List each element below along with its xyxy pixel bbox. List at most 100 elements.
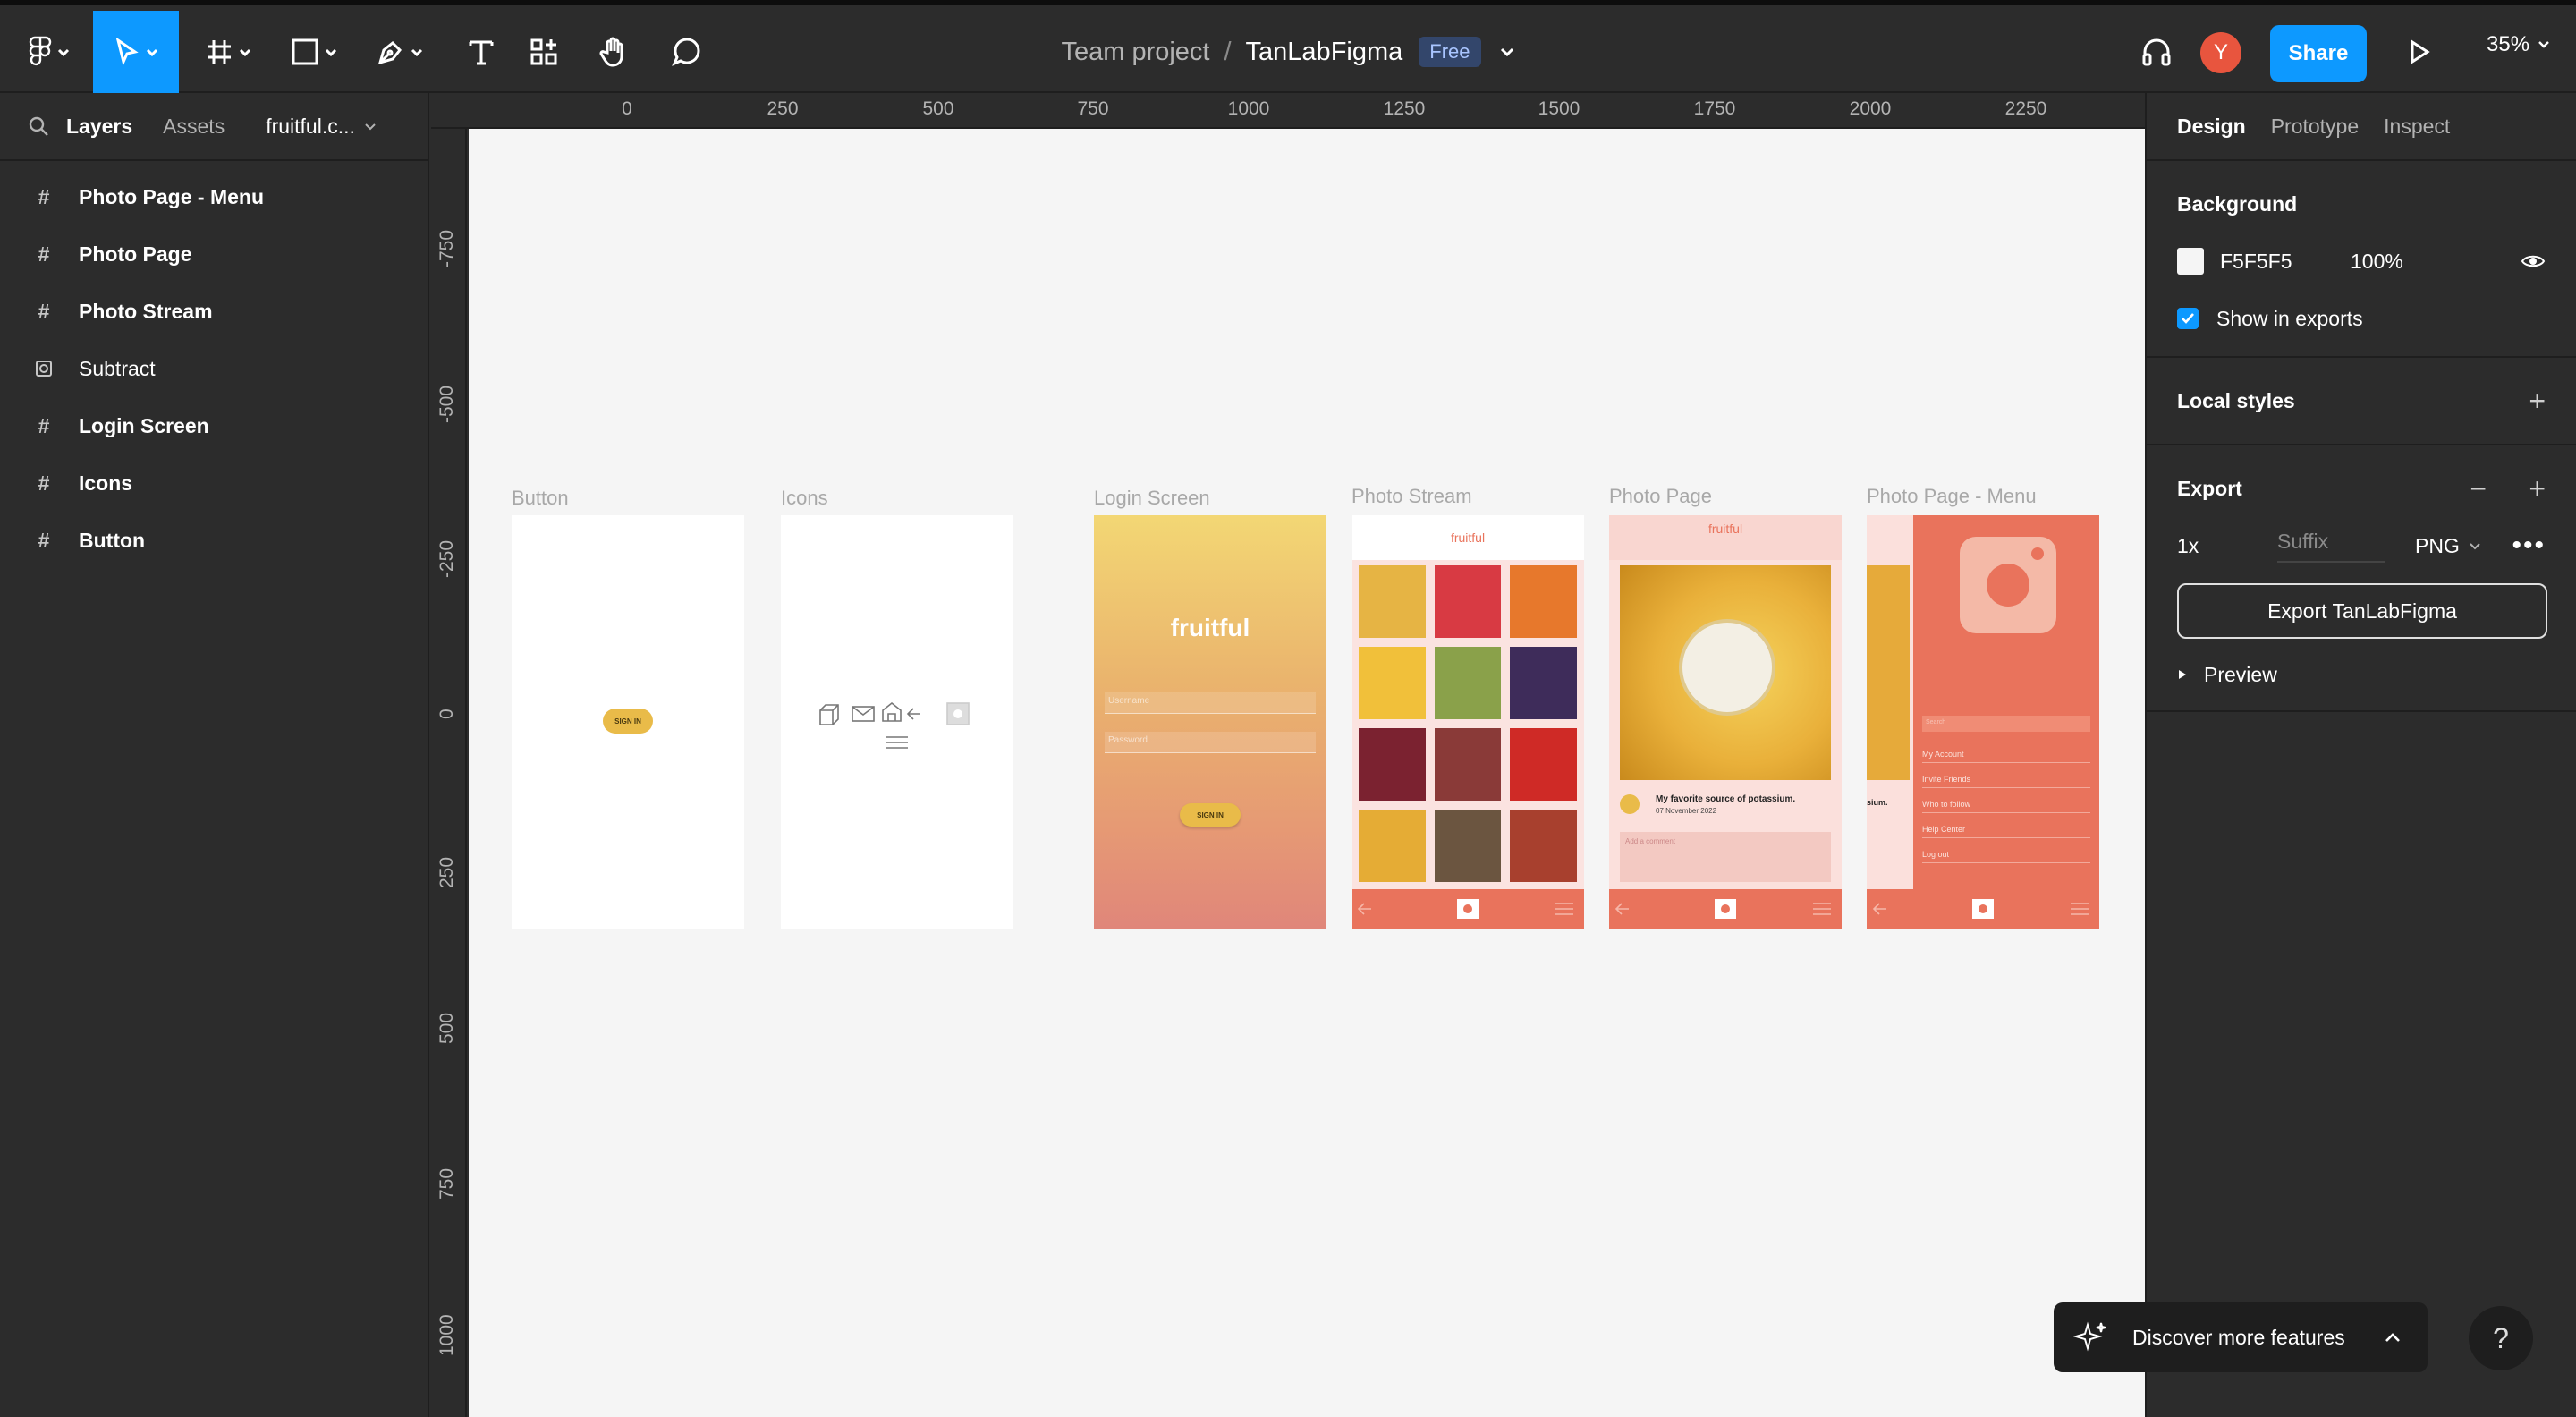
pen-icon (377, 40, 402, 65)
frame-photo-page-menu[interactable]: sium. Search My Account Invite Friends W… (1867, 515, 2099, 929)
plan-badge[interactable]: Free (1419, 37, 1481, 67)
frame-login-screen[interactable]: fruitful Username Password SIGN IN (1094, 515, 1326, 929)
file-menu-chevron[interactable] (1499, 47, 1515, 57)
share-button[interactable]: Share (2270, 25, 2367, 82)
properties-panel: Design Prototype Inspect Background F5F5… (2145, 93, 2576, 1417)
more-options-icon[interactable]: ••• (2512, 530, 2546, 561)
layer-photo-page-menu[interactable]: # Photo Page - Menu (0, 168, 428, 225)
menu-logo-lens (1987, 564, 2029, 607)
frame-label-button[interactable]: Button (512, 487, 569, 510)
layer-label: Icons (79, 471, 133, 495)
search-icon[interactable] (27, 115, 50, 138)
frame-label-stream[interactable]: Photo Stream (1352, 485, 1472, 508)
preview-label: Preview (2204, 662, 2277, 686)
frame-tool-button[interactable] (195, 11, 261, 93)
layer-photo-page[interactable]: # Photo Page (0, 225, 428, 283)
add-export-icon[interactable]: + (2529, 472, 2546, 505)
file-name[interactable]: TanLabFigma (1246, 38, 1403, 67)
rectangle-icon (292, 38, 318, 65)
eye-icon[interactable] (2521, 252, 2546, 270)
frame-icons[interactable] (781, 515, 1013, 929)
tab-assets[interactable]: Assets (163, 115, 225, 139)
chevron-up-icon[interactable] (2383, 1331, 2402, 1344)
right-panel-tabs: Design Prototype Inspect (2147, 93, 2576, 161)
discover-features-toast[interactable]: Discover more features (2054, 1302, 2428, 1372)
chevron-down-icon (2538, 41, 2549, 48)
tab-design[interactable]: Design (2177, 115, 2246, 139)
shape-tool-button[interactable] (281, 11, 347, 93)
show-in-exports-row: Show in exports (2177, 290, 2546, 347)
frame-icon: # (38, 413, 50, 437)
layers-panel: Layers Assets fruitful.c... # Photo Page … (0, 93, 429, 1417)
icon-set-preview (819, 701, 970, 749)
comment-icon (672, 38, 700, 66)
layer-icons[interactable]: # Icons (0, 454, 428, 512)
frame-label-photo[interactable]: Photo Page (1609, 485, 1712, 508)
frame-label-menu[interactable]: Photo Page - Menu (1867, 485, 2037, 508)
nav-icons (1872, 899, 2089, 919)
resources-tool-button[interactable] (515, 11, 572, 93)
zoom-menu[interactable]: 35% (2487, 32, 2551, 57)
ruler-tick: 0 (622, 98, 632, 119)
background-opacity[interactable]: 100% (2351, 250, 2403, 274)
headphones-icon (2142, 38, 2171, 66)
chevron-down-icon (365, 123, 376, 131)
hand-tool-button[interactable] (585, 11, 642, 93)
frame-icon: # (38, 242, 50, 266)
frame-photo-stream[interactable]: fruitful (1352, 515, 1584, 929)
comment-tool-button[interactable] (658, 11, 716, 93)
layer-button[interactable]: # Button (0, 512, 428, 569)
menu-underlay: sium. (1867, 515, 1920, 929)
frame-photo-page[interactable]: fruitful My favorite source of potassium… (1609, 515, 1842, 929)
show-in-exports-checkbox[interactable] (2177, 308, 2199, 329)
present-button[interactable] (2397, 11, 2442, 93)
figma-logo-icon (29, 36, 52, 66)
frame-button[interactable]: SIGN IN (512, 515, 744, 929)
frame-label-login[interactable]: Login Screen (1094, 487, 1210, 510)
password-field-preview: Password (1105, 732, 1316, 753)
nav-icons (1614, 899, 1831, 919)
design-canvas[interactable]: Button SIGN IN Icons Login Screen fruitf… (469, 129, 2145, 1417)
ruler-tick: 1000 (436, 1314, 457, 1356)
audio-button[interactable] (2134, 11, 2179, 93)
frame-label-icons[interactable]: Icons (781, 487, 828, 510)
comment-field-preview: Add a comment (1620, 832, 1831, 882)
color-swatch[interactable] (2177, 248, 2204, 275)
preview-toggle[interactable]: Preview (2177, 655, 2546, 694)
photo-thumb (1359, 810, 1426, 882)
main-menu-button[interactable] (18, 11, 80, 93)
pen-tool-button[interactable] (367, 11, 433, 93)
export-suffix-field[interactable]: Suffix (2277, 530, 2385, 563)
layer-label: Login Screen (79, 413, 209, 437)
export-button[interactable]: Export TanLabFigma (2177, 583, 2547, 639)
menu-bottom-nav (1867, 889, 2099, 929)
help-button[interactable]: ? (2469, 1306, 2533, 1370)
tab-inspect[interactable]: Inspect (2384, 115, 2450, 139)
layer-login-screen[interactable]: # Login Screen (0, 397, 428, 454)
layer-label: Photo Page - Menu (79, 184, 264, 208)
move-tool-button[interactable] (93, 11, 179, 93)
layer-subtract[interactable]: Subtract (0, 340, 428, 397)
background-hex[interactable]: F5F5F5 (2220, 250, 2351, 274)
tab-layers[interactable]: Layers (66, 115, 132, 139)
project-link[interactable]: Team project (1061, 38, 1209, 67)
add-style-icon[interactable]: + (2529, 385, 2546, 418)
remove-export-icon[interactable]: − (2470, 472, 2487, 505)
export-format-select[interactable]: PNG (2415, 534, 2481, 558)
menu-item-preview: Who to follow (1922, 800, 2090, 813)
tab-prototype[interactable]: Prototype (2271, 115, 2359, 139)
text-tool-button[interactable] (453, 11, 510, 93)
show-in-exports-label: Show in exports (2216, 306, 2363, 330)
avatar[interactable]: Y (2200, 32, 2241, 73)
local-styles-title: Local styles (2177, 388, 2295, 412)
page-selector[interactable]: fruitful.c... (266, 115, 377, 139)
photo-image (1620, 565, 1831, 780)
photo-thumb (1359, 728, 1426, 801)
layer-photo-stream[interactable]: # Photo Stream (0, 283, 428, 340)
export-scale[interactable]: 1x (2177, 534, 2277, 558)
background-fill-row: F5F5F5 100% (2177, 233, 2546, 290)
discover-label: Discover more features (2132, 1325, 2345, 1349)
ruler-tick: 1250 (1383, 98, 1426, 119)
photo-thumb (1510, 647, 1577, 719)
caret-right-icon (2179, 670, 2186, 679)
